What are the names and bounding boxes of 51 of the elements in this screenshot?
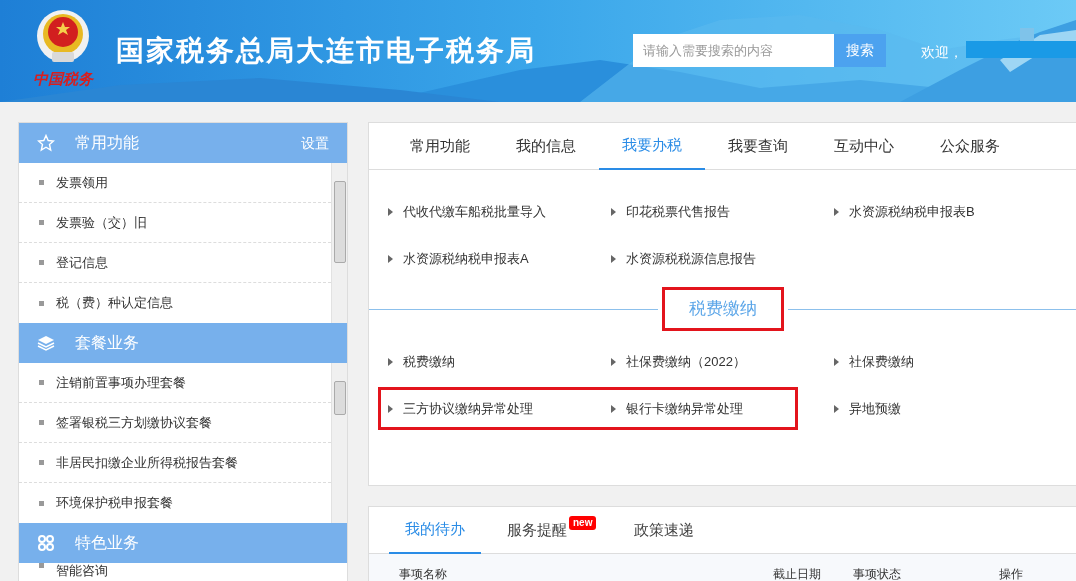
column-header: 操作 <box>999 568 1023 581</box>
caret-icon <box>834 207 839 216</box>
new-badge: new <box>569 516 597 530</box>
service-link[interactable]: 三方协议缴纳异常处理 <box>388 385 533 432</box>
caret-icon <box>834 357 839 366</box>
service-link[interactable]: 银行卡缴纳异常处理 <box>611 385 743 432</box>
cluster-icon <box>37 534 55 552</box>
tab[interactable]: 政策速递 <box>618 507 711 554</box>
tab[interactable]: 互动中心 <box>811 123 917 170</box>
welcome-text: 欢迎， <box>921 43 963 62</box>
column-header: 事项状态 <box>853 568 901 581</box>
service-link[interactable]: 代收代缴车船税批量导入 <box>388 188 546 235</box>
logo-text: 中国税务 <box>33 70 93 88</box>
column-header: 截止日期 <box>773 568 821 581</box>
caret-icon <box>611 404 616 413</box>
star-icon <box>37 134 55 152</box>
column-header: 事项名称 <box>399 568 447 581</box>
service-link[interactable]: 异地预缴 <box>834 385 901 432</box>
service-link[interactable]: 税费缴纳 <box>388 338 455 385</box>
service-link[interactable]: 社保费缴纳（2022） <box>611 338 746 385</box>
section-title: 税费缴纳 <box>661 287 784 331</box>
service-link[interactable]: 印花税票代售报告 <box>611 188 730 235</box>
caret-icon <box>388 207 393 216</box>
search-field[interactable]: 请输入需要搜索的内容 <box>633 34 834 67</box>
tab[interactable]: 我的信息 <box>493 123 599 170</box>
layers-icon <box>37 334 55 352</box>
service-link[interactable]: 水资源税纳税申报表B <box>834 188 975 235</box>
service-link[interactable]: 水资源税纳税申报表A <box>388 235 529 282</box>
section-title: 常用功能 <box>75 133 139 153</box>
tab[interactable]: 我要办税 <box>599 123 705 170</box>
caret-icon <box>611 357 616 366</box>
tab[interactable]: 我要查询 <box>705 123 811 170</box>
caret-icon <box>388 254 393 263</box>
caret-icon <box>388 404 393 413</box>
caret-icon <box>834 404 839 413</box>
caret-icon <box>388 357 393 366</box>
sidebar-item[interactable]: 环境保护税申报套餐 <box>19 483 331 523</box>
section-title: 特色业务 <box>75 533 139 553</box>
service-link[interactable]: 水资源税税源信息报告 <box>611 235 756 282</box>
site-title: 国家税务总局大连市电子税务局 <box>116 34 536 68</box>
caret-icon <box>611 207 616 216</box>
scrollbar[interactable] <box>331 163 347 323</box>
scrollbar[interactable] <box>331 363 347 523</box>
service-link[interactable]: 社保费缴纳 <box>834 338 914 385</box>
caret-icon <box>611 254 616 263</box>
tab[interactable]: 公众服务 <box>917 123 1023 170</box>
sidebar-item[interactable]: 智能咨询 <box>19 563 347 581</box>
tab[interactable]: 服务提醒 <box>491 507 569 554</box>
section-title: 套餐业务 <box>75 333 139 353</box>
sidebar-item[interactable]: 税（费）种认定信息 <box>19 283 331 323</box>
tab[interactable]: 常用功能 <box>387 123 493 170</box>
